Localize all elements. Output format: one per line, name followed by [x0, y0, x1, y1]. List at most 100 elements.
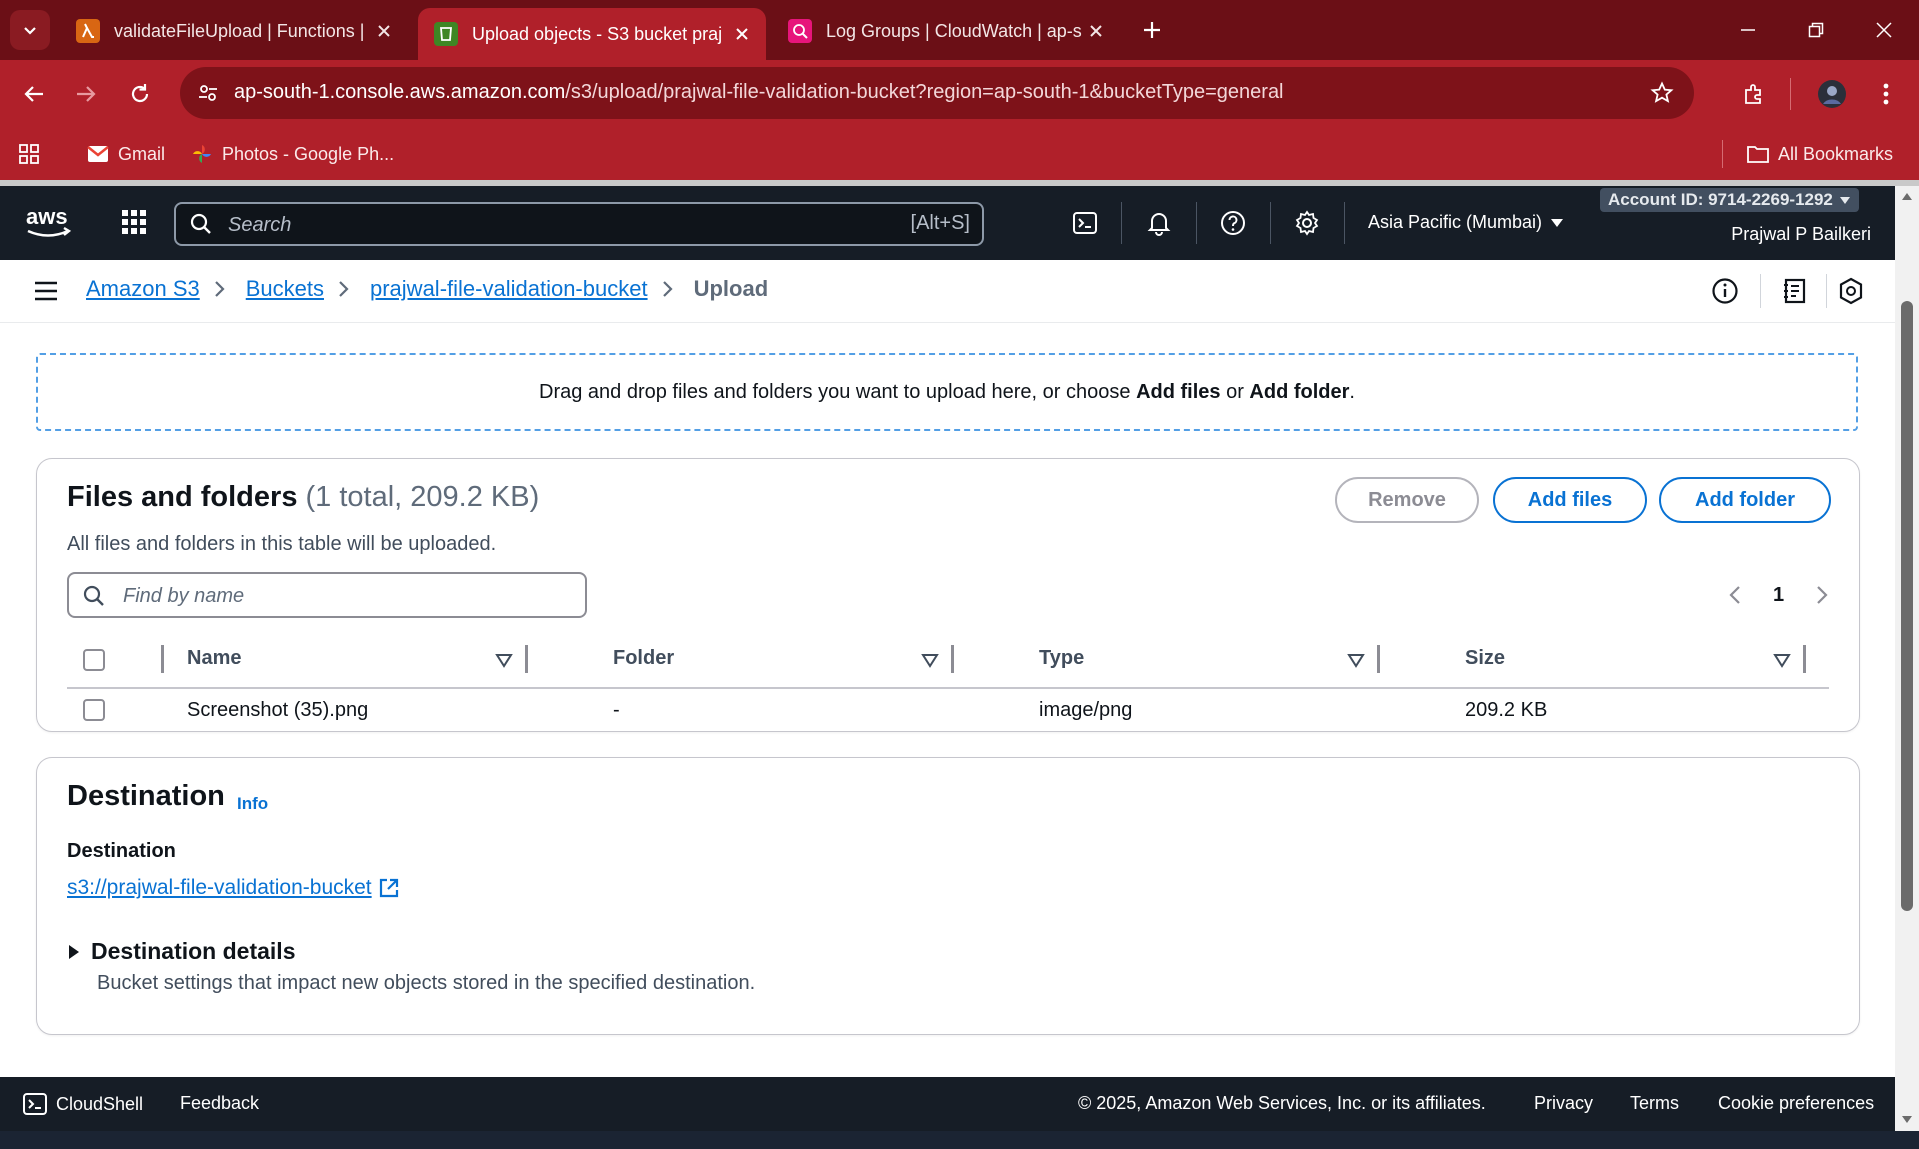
- chevron-right-icon: [338, 280, 356, 298]
- copyright-text: © 2025, Amazon Web Services, Inc. or its…: [1078, 1093, 1486, 1113]
- feedback-link[interactable]: Feedback: [180, 1093, 259, 1114]
- crumb-divider: [1826, 274, 1827, 308]
- new-tab-button[interactable]: [1136, 14, 1168, 46]
- region-label: Asia Pacific (Mumbai): [1368, 212, 1543, 232]
- scroll-thumb[interactable]: [1901, 301, 1913, 911]
- breadcrumb-amazon-s3[interactable]: Amazon S3: [86, 276, 200, 302]
- column-header-folder[interactable]: Folder: [613, 647, 674, 670]
- close-tab-icon[interactable]: [1082, 17, 1110, 45]
- chevron-right-icon: [662, 280, 680, 298]
- restore-button[interactable]: [1796, 12, 1836, 48]
- column-header-name[interactable]: Name: [187, 647, 241, 670]
- add-files-button[interactable]: Add files: [1493, 477, 1647, 523]
- bookmark-photos[interactable]: Photos - Google Ph...: [190, 140, 394, 168]
- os-taskbar: [0, 1131, 1919, 1149]
- add-folder-button[interactable]: Add folder: [1659, 477, 1831, 523]
- upload-dropzone[interactable]: Drag and drop files and folders you want…: [36, 353, 1858, 431]
- info-circle-icon[interactable]: [1710, 276, 1740, 306]
- destination-details-toggle[interactable]: Destination details: [67, 938, 295, 965]
- sort-icon[interactable]: [921, 651, 939, 669]
- cookie-preferences-link[interactable]: Cookie preferences: [1718, 1093, 1874, 1114]
- account-id-badge[interactable]: Account ID: 9714-2269-1292: [1600, 188, 1859, 212]
- aws-footer: CloudShell Feedback © 2025, Amazon Web S…: [0, 1077, 1895, 1131]
- bookmark-gmail[interactable]: Gmail: [86, 140, 165, 168]
- all-bookmarks-button[interactable]: All Bookmarks: [1746, 140, 1893, 168]
- dropzone-add-files: Add files: [1136, 380, 1221, 403]
- chevron-right-icon[interactable]: [1810, 583, 1834, 607]
- remove-button[interactable]: Remove: [1335, 477, 1479, 523]
- security-shield-icon[interactable]: [1836, 276, 1866, 306]
- url-text: ap-south-1.console.aws.amazon.com/s3/upl…: [234, 81, 1284, 104]
- select-all-checkbox[interactable]: [83, 649, 105, 671]
- page-scrollbar[interactable]: [1895, 186, 1919, 1131]
- browser-menu-button[interactable]: [1868, 76, 1904, 112]
- chevron-left-icon[interactable]: [1723, 583, 1747, 607]
- find-by-name-input[interactable]: [121, 582, 565, 610]
- bookmark-label: Photos - Google Ph...: [222, 143, 395, 164]
- aws-cloudwatch-icon: [788, 19, 812, 43]
- scroll-up-arrow-icon[interactable]: [1901, 190, 1913, 202]
- close-window-button[interactable]: [1864, 12, 1904, 48]
- page-number[interactable]: 1: [1773, 584, 1784, 607]
- back-button[interactable]: [16, 76, 52, 112]
- breadcrumb-bucket[interactable]: prajwal-file-validation-bucket: [370, 276, 648, 302]
- region-selector[interactable]: Asia Pacific (Mumbai): [1368, 212, 1564, 233]
- row-checkbox[interactable]: [83, 699, 105, 721]
- files-and-folders-panel: Files and folders (1 total, 209.2 KB) Al…: [36, 458, 1860, 732]
- cloudshell-icon[interactable]: [1068, 206, 1102, 240]
- apps-shortcut[interactable]: [18, 140, 40, 168]
- terms-link[interactable]: Terms: [1630, 1093, 1679, 1114]
- files-panel-description: All files and folders in this table will…: [67, 533, 497, 555]
- column-header-type[interactable]: Type: [1039, 647, 1084, 670]
- dropzone-end: .: [1349, 380, 1355, 403]
- sort-icon[interactable]: [1773, 651, 1791, 669]
- restore-icon: [1808, 22, 1824, 38]
- tab-cloudwatch[interactable]: Log Groups | CloudWatch | ap-s: [772, 8, 1120, 54]
- notes-icon[interactable]: [1780, 276, 1810, 306]
- extensions-button[interactable]: [1736, 76, 1772, 112]
- menu-hamburger-icon[interactable]: [32, 278, 60, 304]
- cell-folder: -: [613, 699, 620, 721]
- caret-down-icon: [1551, 218, 1564, 227]
- profile-avatar[interactable]: [1814, 76, 1850, 112]
- destination-bucket-link[interactable]: s3://prajwal-file-validation-bucket: [67, 876, 400, 900]
- chevron-down-icon: [24, 27, 36, 35]
- forward-button[interactable]: [68, 76, 104, 112]
- pagination: 1: [1723, 583, 1834, 607]
- services-menu-icon[interactable]: [120, 208, 150, 238]
- scroll-down-arrow-icon[interactable]: [1901, 1114, 1913, 1126]
- address-bar[interactable]: ap-south-1.console.aws.amazon.com/s3/upl…: [180, 67, 1694, 119]
- aws-logo[interactable]: aws: [24, 202, 74, 242]
- privacy-link[interactable]: Privacy: [1534, 1093, 1593, 1114]
- tab-search-button[interactable]: [10, 10, 50, 50]
- settings-gear-icon[interactable]: [1290, 206, 1324, 240]
- plus-icon: [1144, 22, 1160, 38]
- help-icon[interactable]: [1216, 206, 1250, 240]
- close-tab-icon[interactable]: [370, 17, 398, 45]
- user-name[interactable]: Prajwal P Bailkeri: [1731, 224, 1871, 245]
- close-tab-icon[interactable]: [728, 20, 756, 48]
- aws-search-box[interactable]: [Alt+S]: [174, 202, 984, 246]
- tab-s3-upload[interactable]: Upload objects - S3 bucket praj: [418, 8, 766, 60]
- sort-icon[interactable]: [495, 651, 513, 669]
- sort-icon[interactable]: [1347, 651, 1365, 669]
- cell-type: image/png: [1039, 699, 1133, 721]
- destination-label: Destination: [67, 840, 176, 862]
- cloudshell-button[interactable]: CloudShell: [22, 1091, 143, 1117]
- tab-title: Upload objects - S3 bucket praj: [472, 23, 723, 44]
- breadcrumb-buckets[interactable]: Buckets: [246, 276, 324, 302]
- bookmark-star-icon[interactable]: [1648, 79, 1676, 107]
- minimize-button[interactable]: [1728, 12, 1768, 48]
- table-row[interactable]: Screenshot (35).png - image/png 209.2 KB: [67, 687, 1829, 733]
- find-by-name-box[interactable]: [67, 572, 587, 618]
- destination-title: Destination: [67, 780, 225, 812]
- info-link[interactable]: Info: [237, 794, 268, 814]
- notifications-bell-icon[interactable]: [1142, 206, 1176, 240]
- site-settings-icon[interactable]: [194, 79, 222, 107]
- destination-link-text: s3://prajwal-file-validation-bucket: [67, 876, 372, 899]
- gmail-icon: [86, 142, 110, 166]
- tab-lambda[interactable]: validateFileUpload | Functions |: [60, 8, 408, 54]
- reload-button[interactable]: [122, 76, 158, 112]
- column-header-size[interactable]: Size: [1465, 647, 1505, 670]
- aws-search-input[interactable]: [226, 210, 830, 240]
